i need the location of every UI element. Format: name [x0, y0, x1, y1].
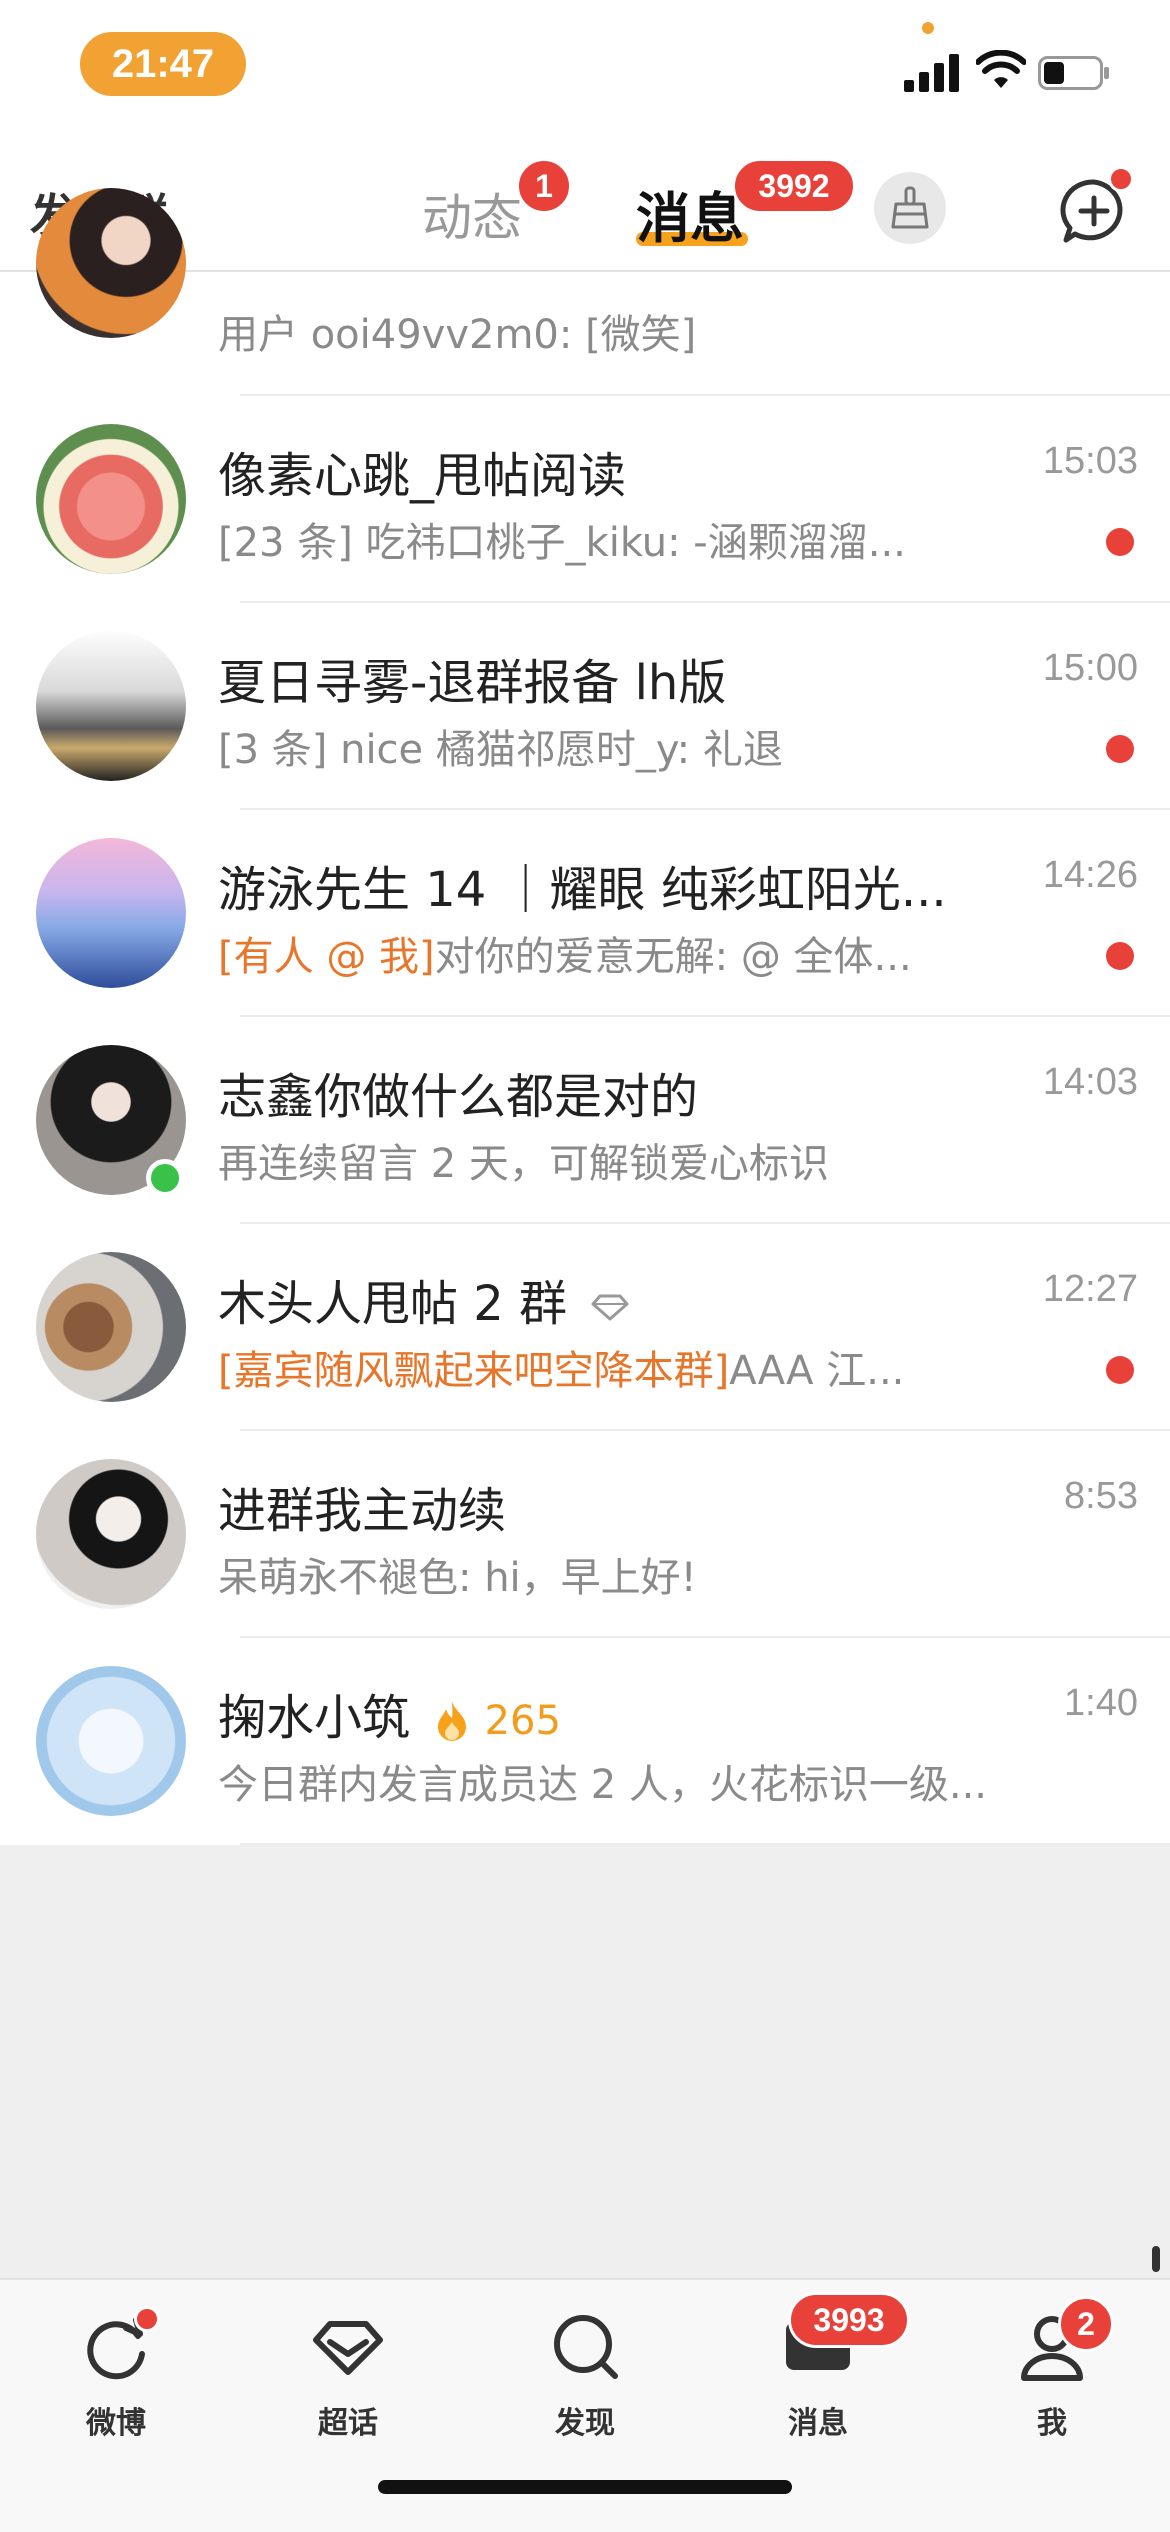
chat-preview: [有人 @ 我]对你的爱意无解: @ 全体...: [218, 924, 912, 982]
list-item[interactable]: 游泳先生 14 ｜耀眼 纯彩虹阳光... [有人 @ 我]对你的爱意无解: @ …: [0, 810, 1170, 1017]
tab-discover-label: 发现: [555, 2406, 615, 2441]
unread-dot: [1106, 528, 1134, 556]
row-divider: [240, 1843, 1170, 1845]
mention-tag: [有人 @ 我]: [218, 934, 435, 980]
chat-time: 8:53: [1064, 1475, 1138, 1517]
group-avatar: [36, 424, 186, 574]
chat-time: 14:03: [1042, 1061, 1138, 1103]
group-avatar: [36, 838, 186, 988]
search-icon: [554, 2315, 618, 2379]
unread-dot: [1106, 942, 1134, 970]
tab-me-label: 我: [1037, 2406, 1067, 2441]
wifi-icon: [976, 50, 1026, 88]
group-avatar: [36, 631, 186, 781]
unread-dot: [1106, 1356, 1134, 1384]
chat-time: 1:40: [1064, 1682, 1138, 1724]
list-item[interactable]: 志鑫你做什么都是对的 再连续留言 2 天，可解锁爱心标识 14:03: [0, 1017, 1170, 1224]
tab-dynamic-badge: 1: [516, 158, 572, 214]
group-avatar: [36, 1252, 186, 1402]
chat-preview-text: 对你的爱意无解: @ 全体...: [434, 934, 912, 980]
chat-title-text: 木头人甩帖 2 群: [218, 1276, 568, 1332]
new-chat-red-dot: [1108, 166, 1134, 192]
home-indicator[interactable]: [378, 2480, 792, 2494]
tab-me[interactable]: 2 我: [972, 2296, 1132, 2446]
list-item[interactable]: 用户 ooi49vv2m0: [微笑]: [0, 188, 1170, 396]
chat-title: 志鑫你做什么都是对的: [218, 1069, 699, 1125]
diamond-icon: [313, 2321, 383, 2375]
status-bar: 21:47: [0, 0, 1170, 150]
chat-time: 15:00: [1042, 647, 1138, 689]
tab-weibo[interactable]: 微博: [36, 2306, 196, 2446]
tab-chaohua-label: 超话: [318, 2406, 378, 2441]
chat-time: 15:03: [1042, 440, 1138, 482]
group-avatar: [36, 188, 186, 338]
group-chat-list: 用户 ooi49vv2m0: [微笑] 像素心跳_甩帖阅读 [23 条] 吃祎口…: [0, 188, 1170, 1845]
group-avatar: [36, 1459, 186, 1609]
tab-messages-bottom-label: 消息: [788, 2406, 848, 2441]
tab-me-badge: 2: [1058, 2296, 1114, 2352]
cellular-signal-icon: [904, 54, 959, 92]
mention-tag: [嘉宾随风飘起来吧空降本群]: [218, 1348, 730, 1394]
list-item[interactable]: 木头人甩帖 2 群 [嘉宾随风飘起来吧空降本群]AAA 江... 12:27: [0, 1224, 1170, 1431]
tab-dynamic[interactable]: 动态: [422, 178, 522, 250]
chat-preview: 用户 ooi49vv2m0: [微笑]: [218, 312, 697, 358]
tab-messages-bottom[interactable]: 3993 消息: [738, 2292, 910, 2446]
weibo-red-dot: [134, 2306, 160, 2332]
scrollbar[interactable]: [1152, 2246, 1160, 2272]
chat-preview: [3 条] nice 橘猫祁愿时_y: 礼退: [218, 727, 783, 773]
clear-unread-button[interactable]: [874, 172, 946, 244]
chat-preview: [嘉宾随风飘起来吧空降本群]AAA 江...: [218, 1338, 904, 1396]
unread-dot: [1106, 735, 1134, 763]
chat-title: 像素心跳_甩帖阅读: [218, 448, 627, 504]
broom-icon: [891, 186, 929, 229]
list-item[interactable]: 夏日寻雾-退群报备 lh版 [3 条] nice 橘猫祁愿时_y: 礼退 15:…: [0, 603, 1170, 810]
chat-title: 游泳先生 14 ｜耀眼 纯彩虹阳光...: [218, 862, 947, 918]
chat-time: 12:27: [1042, 1268, 1138, 1310]
list-item[interactable]: 进群我主动续 呆萌永不褪色: hi，早上好! 8:53: [0, 1431, 1170, 1638]
chat-time: 14:26: [1042, 854, 1138, 896]
tab-messages-badge: 3992: [732, 158, 856, 214]
tab-messages-bottom-badge: 3993: [788, 2292, 910, 2348]
tab-messages[interactable]: 消息: [636, 174, 744, 253]
chat-title: 掬水小筑 265: [218, 1678, 561, 1748]
tab-chaohua[interactable]: 超话: [268, 2306, 428, 2446]
chat-preview: 呆萌永不褪色: hi，早上好!: [218, 1555, 697, 1601]
fire-icon: [438, 1702, 467, 1741]
chat-preview-text: AAA 江...: [729, 1348, 905, 1394]
list-item[interactable]: 掬水小筑 265 今日群内发言成员达 2 人，火花标识一级... 1:40: [0, 1638, 1170, 1845]
chat-title: 进群我主动续: [218, 1483, 507, 1539]
chat-title: 夏日寻雾-退群报备 lh版: [218, 655, 727, 711]
group-avatar: [36, 1666, 186, 1816]
camera-indicator-dot: [922, 22, 934, 34]
battery-icon: [1038, 56, 1109, 90]
chat-title-text: 掬水小筑: [218, 1690, 411, 1746]
tab-weibo-label: 微博: [86, 2406, 146, 2441]
chat-title: 木头人甩帖 2 群: [218, 1264, 630, 1334]
list-item[interactable]: 像素心跳_甩帖阅读 [23 条] 吃祎口桃子_kiku: -涵颗溜溜... 15…: [0, 396, 1170, 603]
chat-preview: 今日群内发言成员达 2 人，火花标识一级...: [218, 1762, 988, 1808]
tab-discover[interactable]: 发现: [505, 2306, 665, 2446]
chat-preview: 再连续留言 2 天，可解锁爱心标识: [218, 1141, 829, 1187]
online-status-dot: [146, 1159, 184, 1197]
new-chat-button[interactable]: [1058, 166, 1134, 248]
status-time: 21:47: [80, 32, 246, 96]
diamond-icon: [591, 1294, 629, 1321]
chat-preview: [23 条] 吃祎口桃子_kiku: -涵颗溜溜...: [218, 520, 906, 566]
fire-count: 265: [484, 1698, 561, 1744]
